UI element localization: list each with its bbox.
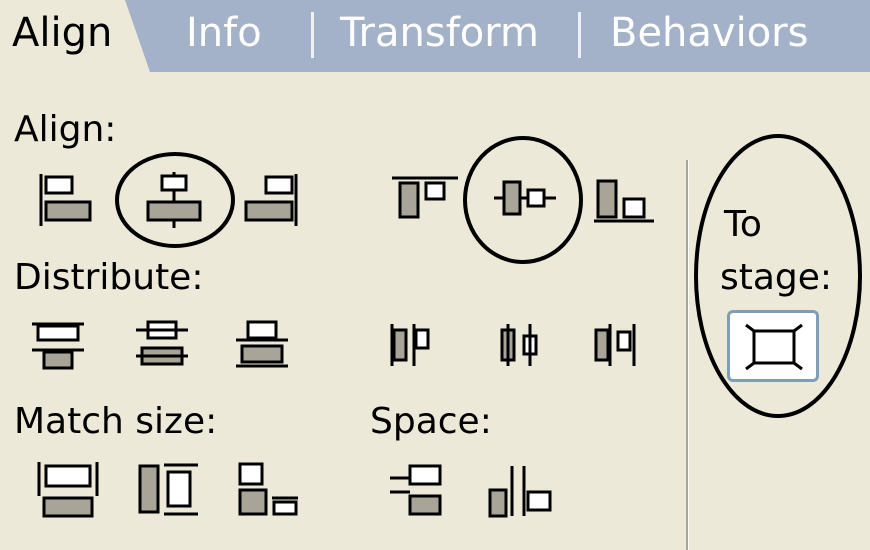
distribute-vertical-center-icon[interactable] xyxy=(134,318,190,374)
tab-separator xyxy=(311,12,314,58)
match-height-icon[interactable] xyxy=(136,462,200,518)
align-right-edge-icon[interactable] xyxy=(240,172,300,228)
tab-separator xyxy=(578,12,581,58)
align-label: Align: xyxy=(14,109,117,150)
distribute-label: Distribute: xyxy=(14,257,204,298)
distribute-bottom-icon[interactable] xyxy=(234,318,290,374)
distribute-left-icon[interactable] xyxy=(388,320,438,370)
panel-divider-highlight xyxy=(688,160,689,550)
space-label: Space: xyxy=(370,401,492,442)
match-width-icon[interactable] xyxy=(36,460,100,520)
distribute-top-icon[interactable] xyxy=(30,318,86,374)
distribute-right-icon[interactable] xyxy=(590,320,640,370)
tab-behaviors[interactable]: Behaviors xyxy=(610,8,808,58)
align-left-edge-icon[interactable] xyxy=(38,172,94,228)
highlight-circle xyxy=(115,152,235,248)
tab-align-label[interactable]: Align xyxy=(12,8,112,58)
space-evenly-horizontally-icon[interactable] xyxy=(486,462,554,520)
highlight-circle xyxy=(694,134,862,418)
align-top-edge-icon[interactable] xyxy=(390,175,460,221)
tab-transform[interactable]: Transform xyxy=(340,8,539,58)
space-evenly-vertically-icon[interactable] xyxy=(388,462,448,520)
match-size-label: Match size: xyxy=(14,401,218,442)
match-width-and-height-icon[interactable] xyxy=(236,460,302,520)
tab-info[interactable]: Info xyxy=(186,8,262,58)
distribute-horizontal-center-icon[interactable] xyxy=(496,320,546,370)
align-bottom-edge-icon[interactable] xyxy=(592,175,656,225)
highlight-circle xyxy=(463,136,583,264)
